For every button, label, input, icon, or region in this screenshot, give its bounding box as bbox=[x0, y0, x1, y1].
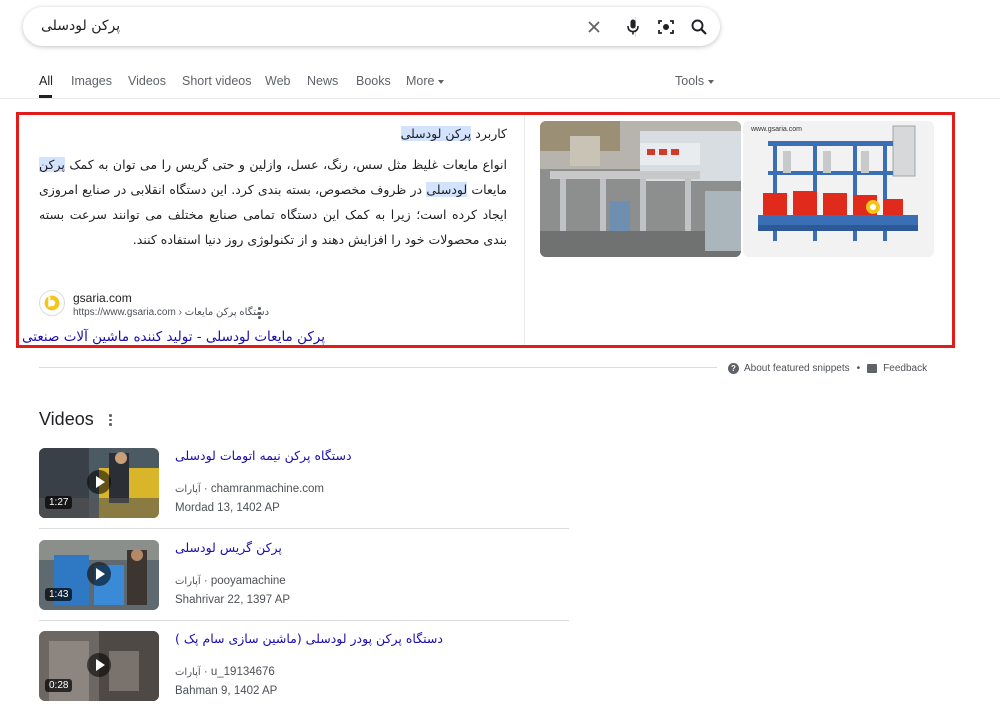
video-channel: pooyamachine bbox=[210, 575, 286, 587]
chevron-down-icon bbox=[438, 79, 445, 84]
snippet-heading-highlight: پرکن لودسلی bbox=[400, 126, 472, 141]
image-watermark: www.gsaria.com bbox=[750, 126, 802, 133]
video-title-link[interactable]: پرکن گریس لودسلی bbox=[175, 540, 282, 555]
snippet-body-part: مایعات bbox=[471, 182, 507, 197]
video-date: Shahrivar 22, 1397 AP bbox=[175, 594, 291, 606]
more-options-icon[interactable] bbox=[258, 307, 261, 319]
site-favicon bbox=[39, 290, 65, 316]
tab-web[interactable]: Web bbox=[265, 74, 290, 88]
videos-section-title: Videos bbox=[39, 409, 94, 429]
tab-more[interactable]: More bbox=[406, 74, 445, 88]
video-channel: chamranmachine.com bbox=[210, 483, 325, 495]
more-options-icon[interactable] bbox=[109, 414, 112, 426]
video-date: Mordad 13, 1402 AP bbox=[175, 502, 280, 514]
snippet-image-bucket-filling-line[interactable]: www.gsaria.com bbox=[743, 121, 934, 257]
tab-videos[interactable]: Videos bbox=[128, 74, 166, 88]
clear-icon[interactable] bbox=[584, 17, 604, 37]
tabs-divider bbox=[0, 98, 1000, 99]
video-platform: آپارات bbox=[175, 484, 201, 495]
search-tabs: All Images Videos Short videos Web News … bbox=[0, 72, 1000, 100]
site-name: gsaria.com bbox=[73, 291, 132, 305]
play-icon bbox=[87, 562, 111, 586]
about-featured-snippets-link[interactable]: About featured snippets bbox=[744, 363, 850, 374]
snippet-heading-prefix: کاربرد bbox=[475, 126, 507, 141]
snippet-divider bbox=[524, 115, 525, 345]
tools-button[interactable]: Tools bbox=[675, 74, 715, 88]
about-snippets-row: ? About featured snippets • Feedback bbox=[728, 363, 927, 374]
video-source: آپارات · u_19134676 bbox=[175, 666, 275, 678]
microphone-icon[interactable] bbox=[623, 17, 643, 37]
feedback-link[interactable]: Feedback bbox=[883, 363, 927, 374]
snippet-body-highlight: پرکن bbox=[39, 157, 65, 172]
help-icon: ? bbox=[728, 363, 739, 374]
snippet-heading: کاربرد پرکن لودسلی bbox=[39, 121, 507, 146]
search-input[interactable]: پرکن لودسلی bbox=[41, 18, 120, 34]
video-channel: u_19134676 bbox=[210, 666, 275, 678]
separator-dot: • bbox=[856, 363, 861, 375]
camera-lens-icon[interactable] bbox=[656, 17, 676, 37]
tab-more-label: More bbox=[406, 74, 435, 88]
video-platform: آپارات bbox=[175, 576, 201, 587]
video-title-link[interactable]: دستگاه پرکن پودر لودسلی (ماشین سازی سام … bbox=[175, 631, 443, 646]
video-duration: 1:27 bbox=[45, 496, 73, 509]
video-divider bbox=[39, 528, 569, 529]
snippet-image-filling-machine[interactable] bbox=[540, 121, 741, 257]
search-icon[interactable] bbox=[689, 17, 709, 37]
snippet-body-part: انواع مایعات غلیظ مثل سس، رنگ، عسل، وازل… bbox=[69, 157, 508, 172]
tab-all[interactable]: All bbox=[39, 74, 53, 88]
snippet-body: انواع مایعات غلیظ مثل سس، رنگ، عسل، وازل… bbox=[39, 152, 507, 252]
snippet-source[interactable]: gsaria.com https://www.gsaria.com › دستگ… bbox=[39, 290, 339, 326]
tab-short-videos[interactable]: Short videos bbox=[182, 74, 251, 88]
video-result[interactable]: 0:28 دستگاه پرکن پودر لودسلی (ماشین سازی… bbox=[39, 631, 569, 711]
video-divider bbox=[39, 620, 569, 621]
search-box[interactable]: پرکن لودسلی bbox=[23, 7, 720, 46]
snippet-body-highlight: لودسلی bbox=[426, 182, 468, 197]
tools-label: Tools bbox=[675, 74, 705, 88]
snippet-bottom-divider bbox=[39, 367, 717, 368]
video-duration: 1:43 bbox=[45, 588, 73, 601]
video-date: Bahman 9, 1402 AP bbox=[175, 685, 278, 697]
play-icon bbox=[87, 470, 111, 494]
tab-books[interactable]: Books bbox=[356, 74, 391, 88]
snippet-text: کاربرد پرکن لودسلی انواع مایعات غلیظ مثل… bbox=[39, 121, 507, 252]
play-icon bbox=[87, 653, 111, 677]
tab-images[interactable]: Images bbox=[71, 74, 112, 88]
video-result[interactable]: 1:27 دستگاه پرکن نیمه اتومات لودسلی آپار… bbox=[39, 448, 569, 528]
video-duration: 0:28 bbox=[45, 679, 73, 692]
video-platform: آپارات bbox=[175, 667, 201, 678]
video-title-link[interactable]: دستگاه پرکن نیمه اتومات لودسلی bbox=[175, 448, 352, 463]
tab-news[interactable]: News bbox=[307, 74, 338, 88]
snippet-result-link[interactable]: پرکن مایعات لودسلی - تولید کننده ماشین آ… bbox=[22, 329, 325, 345]
chevron-down-icon bbox=[708, 79, 715, 84]
video-source: آپارات · pooyamachine bbox=[175, 575, 286, 587]
featured-snippet: کاربرد پرکن لودسلی انواع مایعات غلیظ مثل… bbox=[16, 112, 955, 348]
site-url: https://www.gsaria.com › دستگاه پرکن مای… bbox=[73, 307, 270, 318]
video-result[interactable]: 1:43 پرکن گریس لودسلی آپارات · pooyamach… bbox=[39, 540, 569, 620]
feedback-icon bbox=[867, 364, 878, 373]
video-source: آپارات · chamranmachine.com bbox=[175, 483, 325, 495]
